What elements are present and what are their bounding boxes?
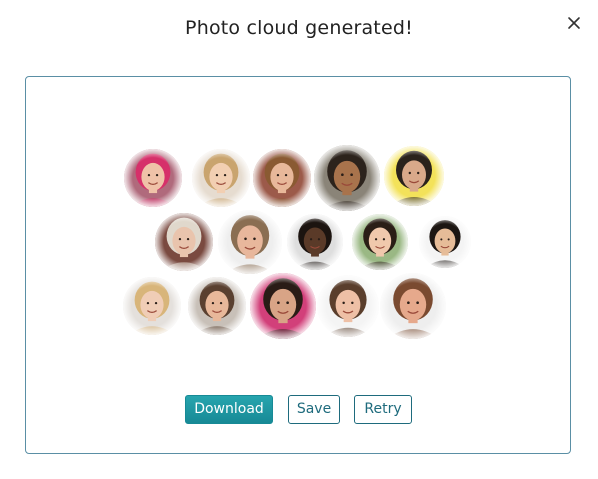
photo-man-young-smiling [188,277,246,335]
photo-man-yellow-background [384,146,444,206]
close-icon[interactable] [566,15,582,31]
photo-woman-blonde-straight [123,277,181,335]
photo-man-short-brown-hair [317,275,379,337]
save-button[interactable]: Save [288,395,340,424]
modal-title: Photo cloud generated! [185,17,413,39]
photo-man-blond-beard [218,210,282,274]
photo-woman-dark-curly [250,273,316,339]
retry-button[interactable]: Retry [354,395,412,424]
download-button[interactable]: Download [185,395,273,424]
photo-man-asian-short-hair [419,216,471,268]
photo-man-suit-tie [287,214,343,270]
photo-girl-curly-hair [253,149,311,207]
action-buttons: Download Save Retry [0,395,598,425]
photo-man-dark-smiling [314,145,380,211]
photo-woman-blonde-smiling [192,149,250,207]
photo-woman-platinum-hair [155,213,213,271]
close-icon-glyph [568,17,580,29]
photo-man-bald-beard [380,273,446,339]
photo-woman-pink-hair [124,149,182,207]
photo-woman-asian-long-hair [352,214,408,270]
